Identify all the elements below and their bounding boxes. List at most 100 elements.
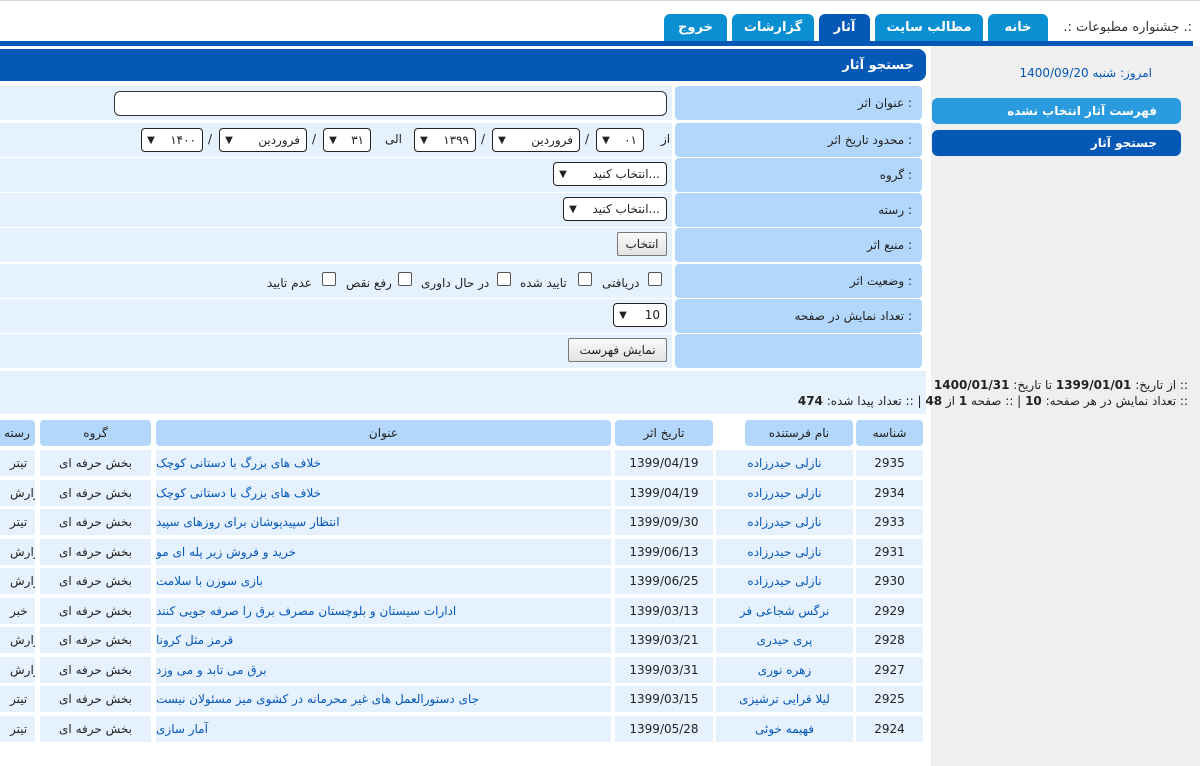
- cell-title-link[interactable]: قرمز مثل کرونا: [156, 627, 611, 653]
- sidebar-item-search-works[interactable]: جستجو آثار: [932, 130, 1181, 156]
- from-year-select[interactable]: ▼ ۱۳۹۹: [414, 128, 476, 152]
- group-label: گروه :: [675, 158, 922, 192]
- cell-category: گزارش: [0, 479, 35, 506]
- cell-sender-link[interactable]: پری حیدری: [716, 627, 853, 653]
- from-word: از: [661, 132, 671, 146]
- tab-home[interactable]: خانه: [988, 14, 1048, 41]
- chevron-down-icon: ▼: [619, 309, 627, 321]
- slash: /: [585, 132, 590, 146]
- status-approved-checkbox[interactable]: [578, 272, 592, 286]
- cell-date: 1399/04/19: [615, 450, 713, 476]
- slash: /: [481, 132, 486, 146]
- cell-category: گزارش: [0, 568, 35, 594]
- cell-sender-link[interactable]: نازلی حیدرزاده: [716, 568, 853, 594]
- cell-sender-link[interactable]: نازلی حیدرزاده: [716, 450, 853, 476]
- submit-row-label: [675, 334, 922, 368]
- title-label: عنوان اثر :: [675, 86, 922, 120]
- cell-sender-link[interactable]: فهیمه خوئی: [716, 715, 853, 742]
- cell-date: 1399/03/15: [615, 686, 713, 712]
- cell-group: بخش حرفه ای: [40, 686, 151, 712]
- cell-id: 2933: [856, 509, 923, 535]
- status-fix-checkbox[interactable]: [398, 272, 412, 286]
- cell-group: بخش حرفه ای: [40, 715, 151, 742]
- status-reviewing-checkbox[interactable]: [497, 272, 511, 286]
- cell-title-link[interactable]: خرید و فروش زیر پله ای مو: [156, 538, 611, 565]
- today-date: امروز: شنبه 1400/09/20: [1019, 66, 1152, 80]
- cell-id: 2934: [856, 479, 923, 506]
- cell-group: بخش حرفه ای: [40, 568, 151, 594]
- chevron-down-icon: ▼: [225, 134, 233, 146]
- cell-title-link[interactable]: خلاف های بزرگ با دستانی کوچک: [156, 479, 611, 506]
- category-select[interactable]: ▼ انتخاب کنید...: [563, 197, 667, 221]
- cell-date: 1399/09/30: [615, 509, 713, 535]
- cell-sender-link[interactable]: نازلی حیدرزاده: [716, 538, 853, 565]
- from-day-select[interactable]: ▼ ۰۱: [596, 128, 644, 152]
- cell-date: 1399/05/28: [615, 715, 713, 742]
- cell-group: بخش حرفه ای: [40, 450, 151, 476]
- status-label: وضعیت اثر :: [675, 264, 922, 298]
- source-select-button[interactable]: انتخاب: [617, 232, 667, 256]
- cell-title-link[interactable]: آمار سازی: [156, 715, 611, 742]
- cell-date: 1399/03/13: [615, 597, 713, 624]
- cell-sender-link[interactable]: نرگس شجاعی فر: [716, 597, 853, 624]
- col-header-group: گروه: [40, 420, 151, 446]
- source-row: [0, 228, 672, 262]
- sidebar-item-unselected-works[interactable]: فهرست آثار انتخاب نشده: [932, 98, 1181, 124]
- tab-site-content[interactable]: مطالب سایت: [875, 14, 983, 41]
- cell-category: تیتر: [0, 715, 35, 742]
- chevron-down-icon: ▼: [420, 134, 428, 146]
- summary-counts: :: تعداد نمایش در هر صفحه: 10 | :: صفحه …: [797, 394, 1188, 408]
- cell-sender-link[interactable]: زهره نوری: [716, 656, 853, 683]
- col-header-category: رسته: [0, 420, 35, 446]
- top-divider: [0, 0, 1200, 1]
- status-received-label: دریافتی: [602, 276, 640, 290]
- slash: /: [312, 132, 317, 146]
- cell-group: بخش حرفه ای: [40, 509, 151, 535]
- cell-sender-link[interactable]: نازلی حیدرزاده: [716, 509, 853, 535]
- cell-category: گزارش: [0, 656, 35, 683]
- status-rejected-checkbox[interactable]: [322, 272, 336, 286]
- cell-id: 2931: [856, 538, 923, 565]
- cell-title-link[interactable]: بازی سوزن با سلامت: [156, 568, 611, 594]
- results-summary: [0, 371, 926, 414]
- cell-id: 2925: [856, 686, 923, 712]
- cell-category: تیتر: [0, 450, 35, 476]
- from-month-select[interactable]: ▼ فروردین: [492, 128, 580, 152]
- cell-title-link[interactable]: خلاف های بزرگ با دستانی کوچک: [156, 450, 611, 476]
- status-rejected-label: عدم تایید: [267, 276, 312, 290]
- per-page-row: [0, 299, 672, 333]
- cell-category: خبر: [0, 597, 35, 624]
- status-received-checkbox[interactable]: [648, 272, 662, 286]
- show-list-button[interactable]: نمایش فهرست: [568, 338, 667, 362]
- cell-category: گزارش: [0, 627, 35, 653]
- tab-works[interactable]: آثار: [819, 14, 870, 41]
- to-word: الی: [385, 132, 402, 146]
- col-header-sender: نام فرستنده: [745, 420, 853, 446]
- summary-date-range: :: از تاریخ: 1399/01/01 تا تاریخ: 1400/0…: [933, 378, 1188, 392]
- group-select[interactable]: ▼ انتخاب کنید...: [553, 162, 667, 186]
- cell-date: 1399/03/31: [615, 656, 713, 683]
- to-day-select[interactable]: ▼ ۳۱: [323, 128, 371, 152]
- title-input[interactable]: [114, 91, 667, 116]
- cell-sender-link[interactable]: نازلی حیدرزاده: [716, 479, 853, 506]
- tab-logout[interactable]: خروج: [664, 14, 727, 41]
- status-row: [0, 264, 672, 298]
- col-header-date: تاریخ اثر: [615, 420, 713, 446]
- cell-title-link[interactable]: انتظار سپیدپوشان برای روزهای سپید: [156, 509, 611, 535]
- status-approved-label: تایید شده: [520, 276, 567, 290]
- cell-title-link[interactable]: ادارات سیستان و بلوچستان مصرف برق را صرف…: [156, 597, 611, 624]
- col-header-title: عنوان: [156, 420, 611, 446]
- tab-reports[interactable]: گزارشات: [732, 14, 814, 41]
- cell-id: 2935: [856, 450, 923, 476]
- cell-id: 2924: [856, 715, 923, 742]
- per-page-select[interactable]: ▼ 10: [613, 303, 667, 327]
- cell-title-link[interactable]: جای دستورالعمل های غیر محرمانه در کشوی م…: [156, 686, 611, 712]
- cell-title-link[interactable]: برق می تابد و می وزد: [156, 656, 611, 683]
- to-month-select[interactable]: ▼ فروردین: [219, 128, 307, 152]
- chevron-down-icon: ▼: [329, 134, 337, 146]
- cell-date: 1399/06/13: [615, 538, 713, 565]
- to-year-select[interactable]: ▼ ۱۴۰۰: [141, 128, 203, 152]
- cell-group: بخش حرفه ای: [40, 538, 151, 565]
- search-panel-title: جستجو آثار: [0, 49, 926, 81]
- cell-sender-link[interactable]: لیلا قرایی ترشیزی: [716, 686, 853, 712]
